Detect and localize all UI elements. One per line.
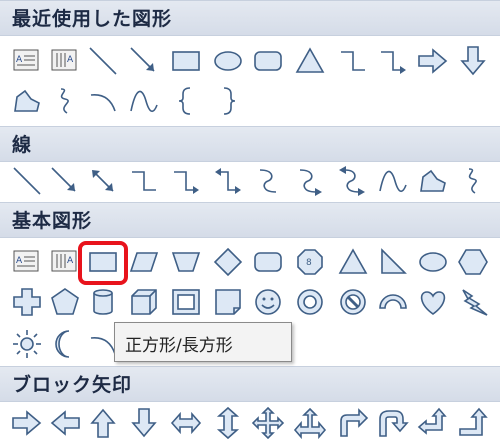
block-arrows-row [0,405,500,443]
elbow-arrow-connector-icon[interactable] [168,163,204,199]
oval-icon[interactable] [210,43,246,79]
curved-double-arrow-icon[interactable] [335,163,371,199]
svg-text:A: A [67,55,74,65]
lines-row [0,163,500,201]
section-title-basic: 基本図形 [12,210,93,232]
arc-icon[interactable] [85,83,121,119]
octagon-icon[interactable]: 8 [292,244,328,280]
can-icon[interactable] [85,284,121,320]
rounded-rectangle-icon[interactable] [250,43,286,79]
pentagon-icon[interactable] [47,284,83,320]
section-header-lines: 線 [0,126,500,162]
section-title-lines: 線 [12,134,33,156]
svg-text:8: 8 [306,258,312,268]
right-arrow-icon[interactable] [9,405,45,441]
section-header-recent: 最近使用した図形 [0,0,500,36]
up-down-arrow-icon[interactable] [210,405,246,441]
left-right-arrow-icon[interactable] [168,405,204,441]
section-title-block-arrows: ブロック矢印 [12,374,133,396]
cube-icon[interactable] [126,284,162,320]
svg-text:A: A [67,256,74,266]
selected-shape-highlight [78,241,128,285]
curve-icon[interactable] [126,83,162,119]
block-arc-icon[interactable] [375,284,411,320]
hexagon-icon[interactable] [455,244,491,280]
triangle-icon[interactable] [292,43,328,79]
double-arrow-line-icon[interactable] [85,163,121,199]
freeform-icon[interactable] [9,83,45,119]
right-arrow-icon[interactable] [415,43,451,79]
scribble-icon[interactable] [47,83,83,119]
text-box-icon[interactable]: A [9,43,45,79]
elbow-connector-icon[interactable] [335,43,371,79]
arrow-line-icon[interactable] [126,43,162,79]
cross-icon[interactable] [9,284,45,320]
right-brace-icon[interactable] [210,83,246,119]
down-arrow-icon[interactable] [455,43,491,79]
lightning-icon[interactable] [455,284,491,320]
section-header-basic: 基本図形 [0,202,500,238]
elbow-arrow-connector-icon[interactable] [375,43,411,79]
bent-up-arrow-icon[interactable] [455,405,491,441]
moon-icon[interactable] [47,326,83,362]
quad-arrow-icon[interactable] [250,405,286,441]
line-icon[interactable] [9,163,45,199]
oval-icon[interactable] [415,244,451,280]
left-right-up-arrow-icon[interactable] [292,405,328,441]
arrow-line-icon[interactable] [47,163,83,199]
section-header-block-arrows: ブロック矢印 [0,366,500,402]
curved-connector-icon[interactable] [250,163,286,199]
left-arrow-icon[interactable] [47,405,83,441]
diamond-icon[interactable] [210,244,246,280]
donut-icon[interactable] [292,284,328,320]
rounded-rectangle-icon[interactable] [250,244,286,280]
sun-icon[interactable] [9,326,45,362]
elbow-double-arrow-icon[interactable] [210,163,246,199]
tooltip-text: 正方形/長方形 [125,336,233,356]
parallelogram-icon[interactable] [126,244,162,280]
down-arrow-icon[interactable] [126,405,162,441]
recent-shapes-row-1: AA [0,43,500,81]
right-triangle-icon[interactable] [375,244,411,280]
folded-corner-icon[interactable] [210,284,246,320]
bevel-icon[interactable] [168,284,204,320]
smiley-icon[interactable] [250,284,286,320]
recent-shapes-row-2 [0,83,500,121]
left-up-arrow-icon[interactable] [415,405,451,441]
basic-shapes-row-2 [0,284,500,322]
svg-text:A: A [16,256,23,266]
freeform-icon[interactable] [415,163,451,199]
text-box-icon[interactable]: A [9,244,45,280]
curved-arrow-connector-icon[interactable] [292,163,328,199]
curve-icon[interactable] [375,163,411,199]
no-symbol-icon[interactable] [335,284,371,320]
vertical-text-box-icon[interactable]: A [47,43,83,79]
heart-icon[interactable] [415,284,451,320]
left-brace-icon[interactable] [168,83,204,119]
basic-shapes-row-1: A A 8 [0,244,500,282]
elbow-connector-icon[interactable] [126,163,162,199]
section-title-recent: 最近使用した図形 [12,8,173,30]
triangle-icon[interactable] [335,244,371,280]
bent-arrow-icon[interactable] [335,405,371,441]
tooltip: 正方形/長方形 [114,322,292,362]
trapezoid-icon[interactable] [168,244,204,280]
svg-text:A: A [16,55,23,65]
line-icon[interactable] [85,43,121,79]
rectangle-icon[interactable] [168,43,204,79]
scribble-icon[interactable] [455,163,491,199]
up-arrow-icon[interactable] [85,405,121,441]
u-turn-arrow-icon[interactable] [375,405,411,441]
